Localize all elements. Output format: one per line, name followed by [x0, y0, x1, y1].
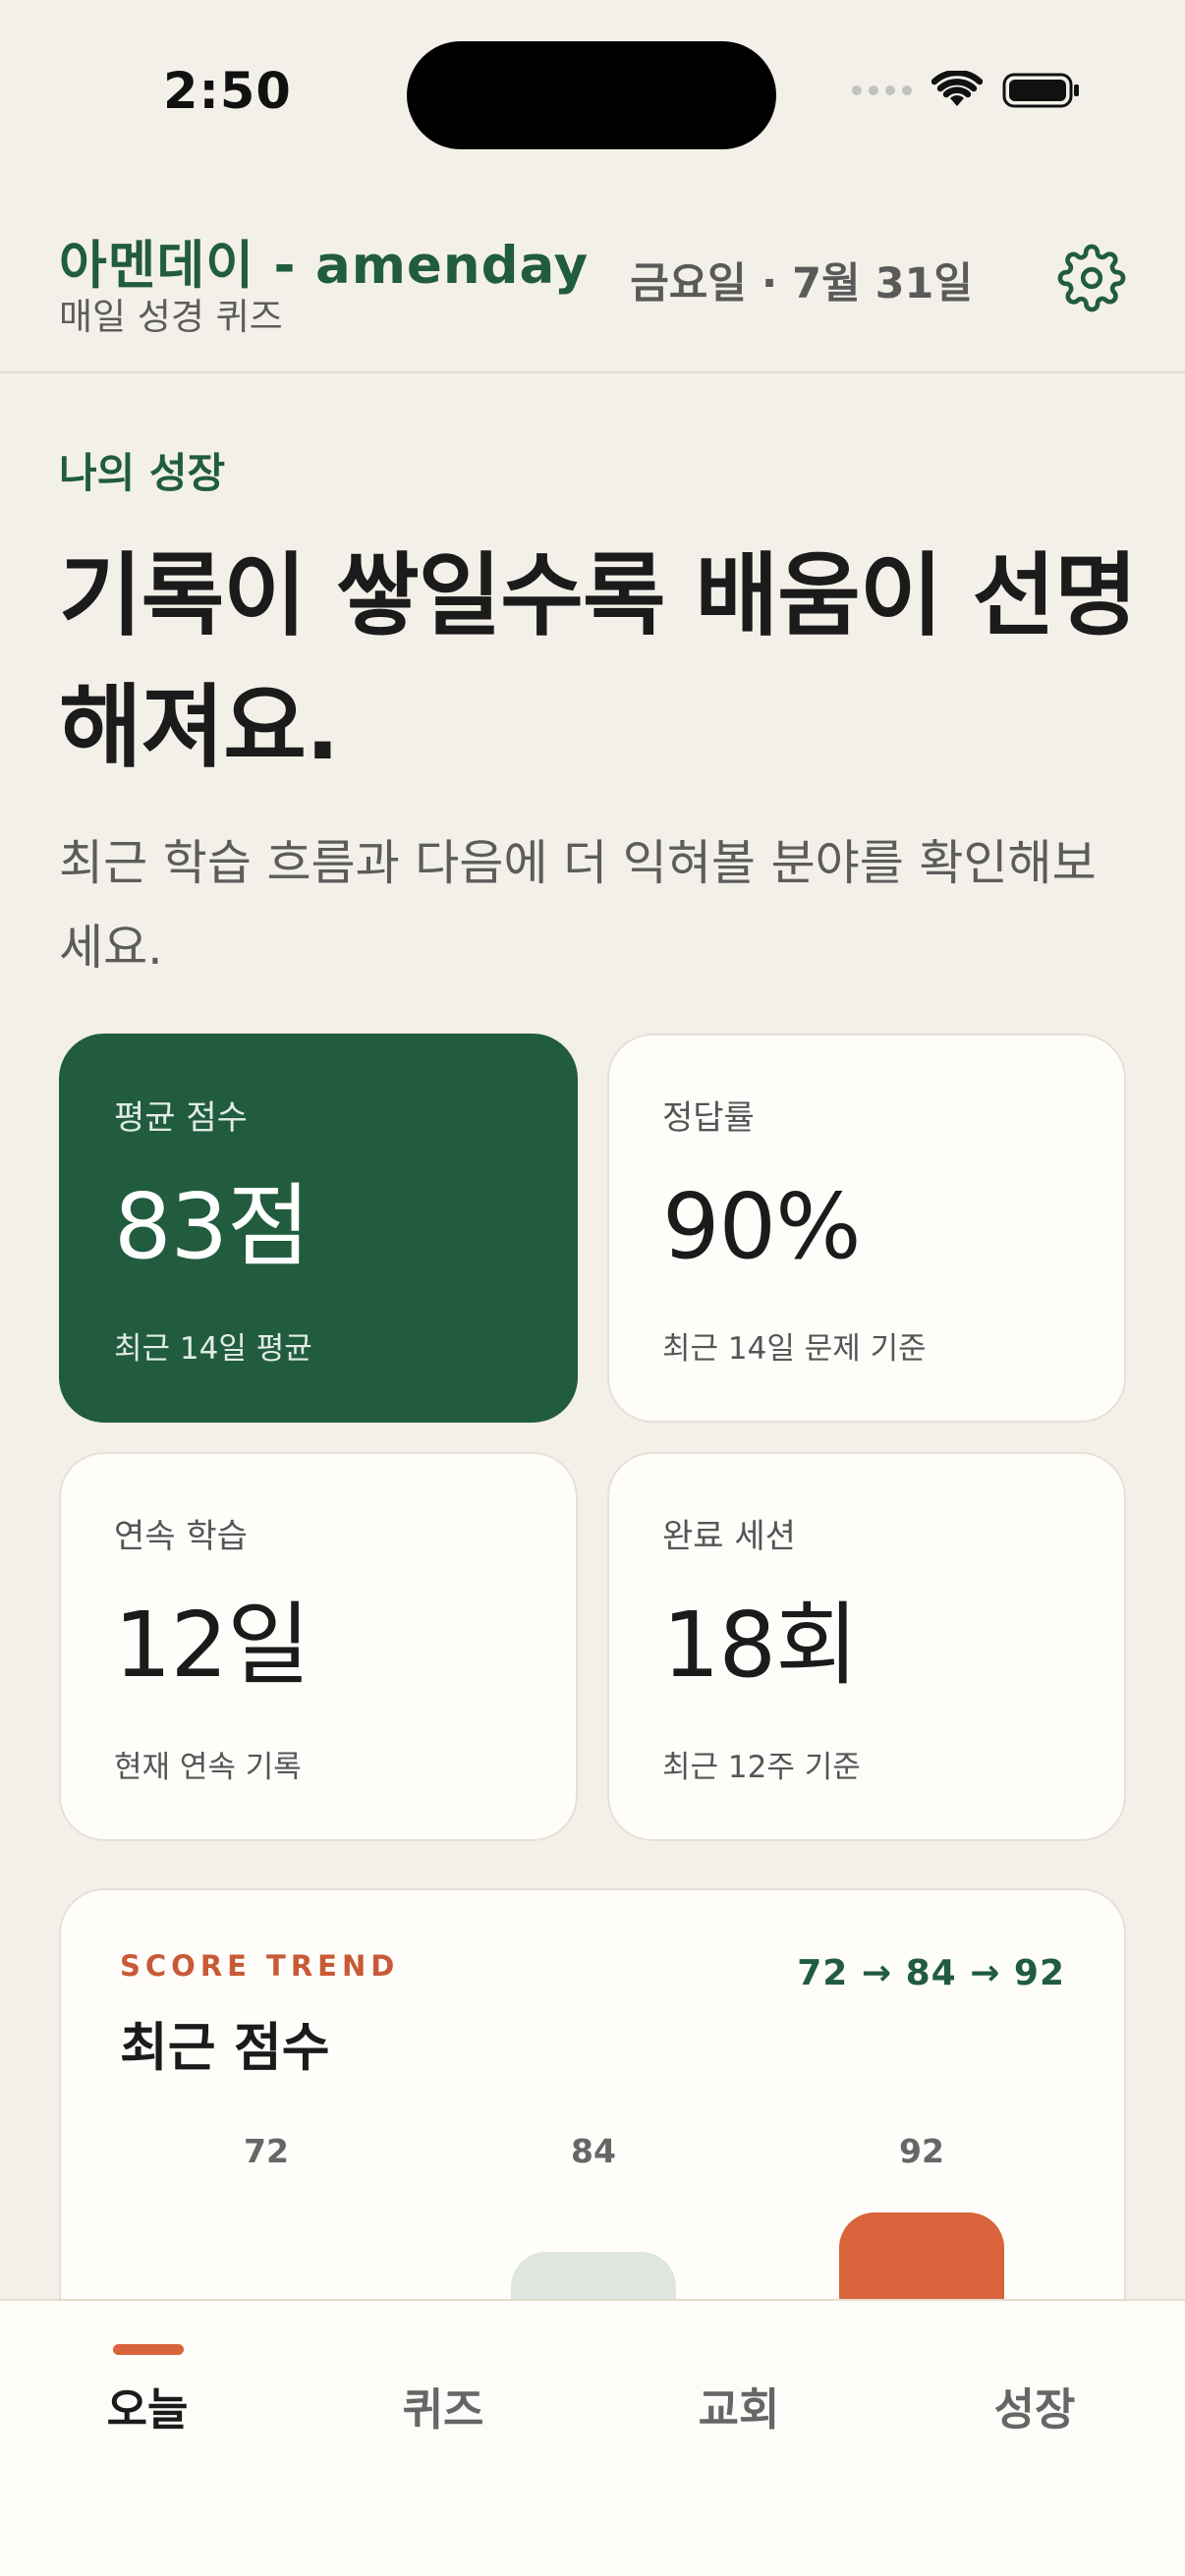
tab-church[interactable]: 교회	[641, 2374, 837, 2437]
wifi-icon	[931, 71, 983, 106]
section-label: 나의 성장	[59, 449, 226, 497]
stat-caption: 최근 12주 기준	[662, 1750, 861, 1785]
status-icons	[852, 71, 1081, 110]
page-headline: 기록이 쌓일수록 배움이 선명해져요.	[59, 543, 1138, 780]
stat-card-streak: 연속 학습 12일 현재 연속 기록	[59, 1452, 578, 1841]
settings-button[interactable]	[1057, 244, 1126, 312]
stat-value: 83점	[114, 1174, 310, 1279]
header-date: 금요일 · 7월 31일	[630, 259, 973, 308]
tab-growth[interactable]: 성장	[936, 2374, 1133, 2437]
battery-icon	[1002, 73, 1079, 108]
app-subtitle: 매일 성경 퀴즈	[59, 296, 283, 338]
trend-summary: 72 → 84 → 92	[797, 1953, 1065, 1993]
bar-value-label: 72	[244, 2132, 289, 2170]
stat-value: 90%	[662, 1174, 861, 1279]
status-time: 2:50	[163, 63, 292, 121]
page-description: 최근 학습 흐름과 다음에 더 익혀볼 분야를 확인해보세요.	[59, 835, 1097, 976]
trend-title: 최근 점수	[120, 2018, 330, 2078]
stat-label: 연속 학습	[114, 1517, 248, 1556]
trend-kicker: SCORE TREND	[120, 1949, 400, 1983]
stat-label: 평균 점수	[114, 1098, 248, 1138]
dynamic-island	[407, 41, 776, 149]
stat-card-sessions: 완료 세션 18회 최근 12주 기준	[607, 1452, 1126, 1841]
tab-today[interactable]: 오늘	[49, 2374, 246, 2437]
cellular-signal-icon	[852, 85, 912, 95]
stat-label: 정답률	[662, 1098, 755, 1138]
bar-value-label: 84	[571, 2132, 616, 2170]
stat-caption: 현재 연속 기록	[114, 1750, 302, 1785]
stat-value: 18회	[662, 1593, 859, 1698]
growth-screen: 2:50 아멘데이 - amenday 매일 성경 퀴즈 금요일 · 7월 31…	[0, 0, 1185, 2576]
stat-value: 12일	[114, 1593, 310, 1698]
stat-label: 완료 세션	[662, 1517, 796, 1556]
tab-bar: 오늘 퀴즈 교회 성장	[0, 2299, 1185, 2576]
stat-caption: 최근 14일 평균	[114, 1331, 312, 1367]
stat-card-accuracy: 정답률 90% 최근 14일 문제 기준	[607, 1034, 1126, 1423]
stat-card-average-score: 평균 점수 83점 최근 14일 평균	[59, 1034, 578, 1423]
tab-quiz[interactable]: 퀴즈	[345, 2374, 541, 2437]
active-tab-indicator	[113, 2344, 184, 2355]
gear-icon	[1057, 244, 1126, 312]
stat-caption: 최근 14일 문제 기준	[662, 1331, 927, 1367]
bar-value-label: 92	[899, 2132, 944, 2170]
app-header: 아멘데이 - amenday 매일 성경 퀴즈 금요일 · 7월 31일	[0, 196, 1185, 373]
